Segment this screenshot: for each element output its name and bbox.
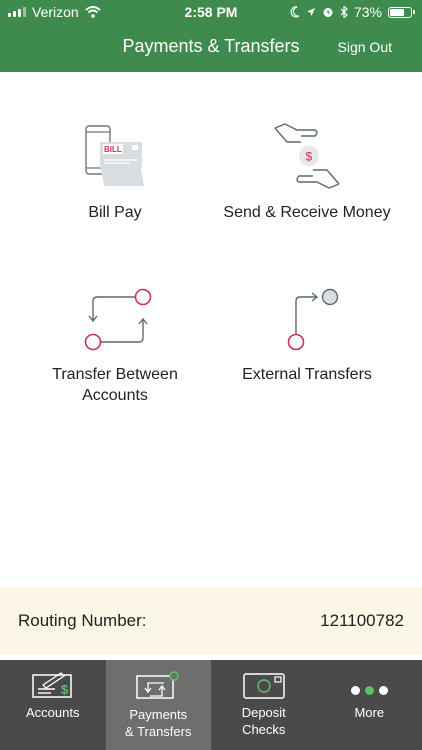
deposit-check-icon	[243, 673, 285, 699]
battery-percent: 73%	[353, 4, 382, 20]
tab-payments-transfers-label: Payments & Transfers	[125, 707, 192, 739]
tab-deposit-checks-label: Deposit Checks	[241, 705, 286, 737]
moon-icon	[290, 6, 300, 18]
send-receive-money-tile[interactable]: $ Send & Receive Money	[217, 120, 397, 223]
tab-bar: $ Accounts Payments & Transfers Deposit …	[0, 660, 422, 750]
tab-accounts[interactable]: $ Accounts	[0, 660, 106, 750]
external-transfers-icon	[287, 288, 339, 351]
location-icon	[306, 8, 315, 16]
tab-more[interactable]: More	[317, 660, 422, 750]
transfer-icon	[136, 671, 179, 699]
tab-deposit-checks[interactable]: Deposit Checks	[211, 660, 317, 750]
sign-out-button[interactable]: Sign Out	[338, 39, 392, 55]
routing-number-label: Routing Number:	[18, 611, 147, 630]
external-transfers-label: External Transfers	[242, 366, 372, 383]
transfer-between-accounts-label: Transfer Between Accounts	[52, 366, 178, 404]
routing-number-value: 121100782	[320, 611, 404, 630]
currency-symbol: $	[306, 150, 313, 164]
more-dots-icon	[317, 686, 422, 696]
app-header: Verizon 2:58 PM 73% Payments & Transfers…	[0, 0, 422, 72]
status-right: 73%	[290, 4, 415, 20]
routing-number-bar: Routing Number: 121100782	[0, 587, 422, 655]
bill-pay-label: Bill Pay	[88, 204, 142, 221]
alarm-icon	[323, 8, 333, 17]
check-icon: $	[32, 672, 72, 698]
bill-text: BILL	[104, 145, 122, 154]
bluetooth-icon	[340, 6, 348, 18]
send-receive-money-icon: $	[274, 123, 340, 189]
tab-accounts-label: Accounts	[26, 705, 80, 720]
svg-text:$: $	[61, 682, 69, 697]
transfer-between-accounts-tile[interactable]: Transfer Between Accounts	[25, 284, 205, 406]
transfer-between-icon	[84, 288, 152, 351]
bill-pay-tile[interactable]: BILL Bill Pay	[25, 120, 205, 223]
tab-more-label: More	[354, 705, 385, 720]
send-receive-money-label: Send & Receive Money	[223, 204, 391, 221]
status-bar: Verizon 2:58 PM 73%	[0, 0, 422, 24]
external-transfers-tile[interactable]: External Transfers	[217, 284, 397, 385]
battery-icon	[388, 6, 415, 18]
bill-pay-icon: BILL	[85, 125, 144, 186]
tab-payments-transfers[interactable]: Payments & Transfers	[105, 660, 211, 750]
